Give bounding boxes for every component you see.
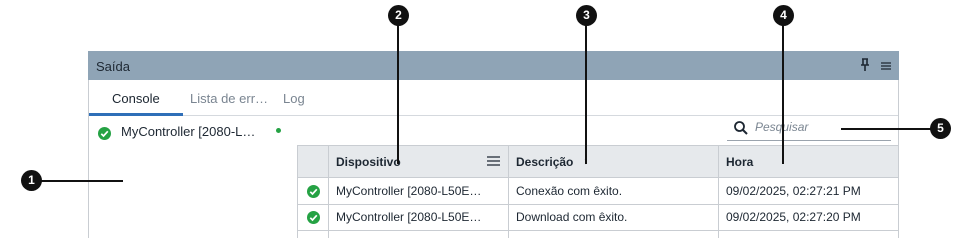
callout-leader: [397, 22, 399, 164]
cell-device: MyController [2080-L50E…: [336, 210, 482, 224]
menu-icon[interactable]: [880, 60, 892, 72]
check-icon: [98, 127, 111, 140]
search-icon: [734, 121, 748, 135]
cell-time: 09/02/2025, 02:27:20 PM: [726, 210, 861, 224]
tab-error-list[interactable]: Lista de err…: [190, 91, 268, 106]
tab-log[interactable]: Log: [283, 91, 305, 106]
callout-leader: [585, 22, 587, 164]
online-status-dot: [276, 128, 281, 133]
columns-menu-icon[interactable]: [487, 156, 500, 166]
tab-console[interactable]: Console: [112, 91, 160, 106]
column-header-device[interactable]: Dispositivo: [336, 155, 401, 169]
callout-3: 3: [576, 5, 597, 26]
check-icon: [307, 185, 320, 198]
panel-header: [88, 51, 899, 80]
pin-icon[interactable]: [858, 57, 872, 73]
cell-time: 09/02/2025, 02:27:21 PM: [726, 184, 861, 198]
cell-device: MyController [2080-L50E…: [336, 184, 482, 198]
search-underline: [727, 140, 891, 141]
callout-5: 5: [930, 118, 951, 139]
search-input[interactable]: [755, 118, 885, 136]
callout-leader: [35, 180, 123, 182]
callout-2: 2: [388, 5, 409, 26]
cell-description: Download com êxito.: [516, 210, 628, 224]
callout-leader: [782, 22, 784, 164]
callout-leader: [841, 128, 941, 130]
row-divider: [298, 230, 898, 231]
column-header-time[interactable]: Hora: [726, 155, 753, 169]
check-icon: [307, 211, 320, 224]
device-name: MyController [2080-L…: [121, 124, 256, 139]
column-header-description[interactable]: Descrição: [516, 155, 573, 169]
cell-description: Conexão com êxito.: [516, 184, 623, 198]
callout-1: 1: [21, 170, 42, 191]
active-tab-indicator: [89, 113, 183, 116]
panel-title: Saída: [96, 59, 130, 74]
callout-4: 4: [773, 5, 794, 26]
